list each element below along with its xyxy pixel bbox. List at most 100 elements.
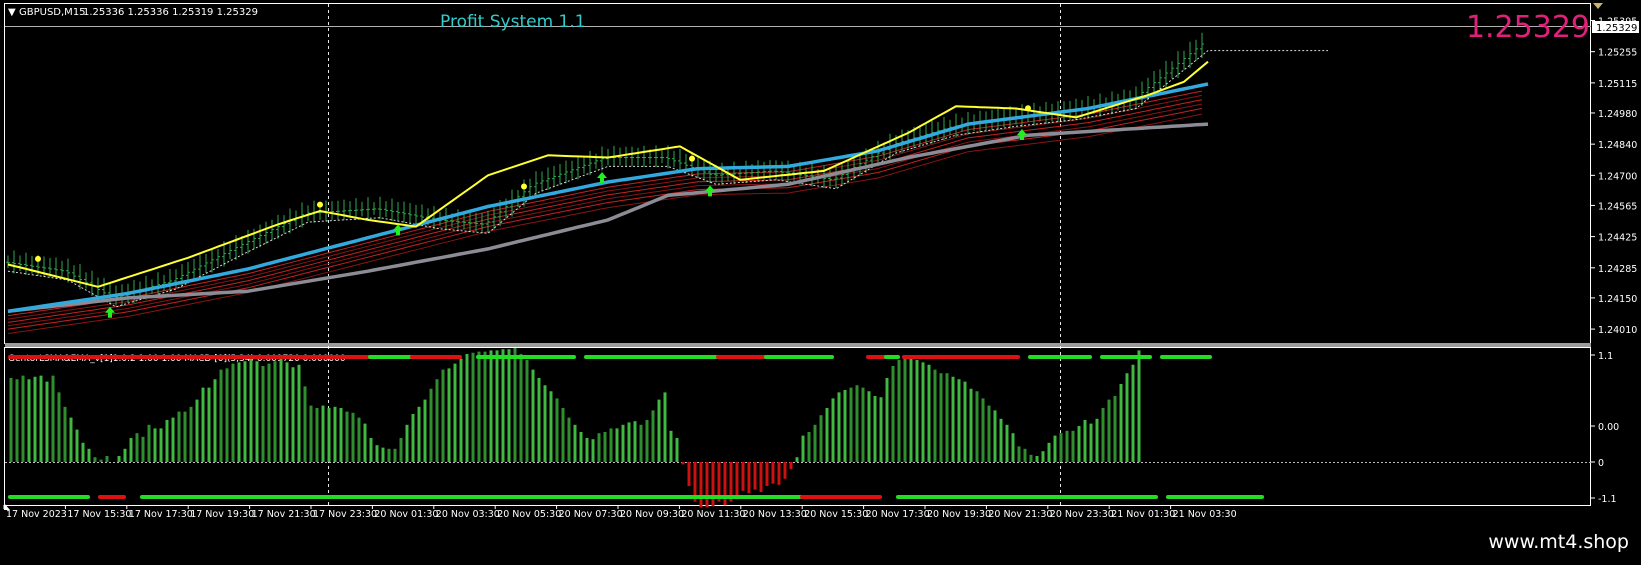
price-bar (642, 145, 646, 167)
price-bar (246, 229, 250, 254)
price-bar (654, 145, 658, 168)
price-bar (216, 248, 220, 266)
indicator-axis-label: 1.1 (1598, 351, 1613, 362)
price-bar (276, 214, 280, 239)
big-price-label: 1.25329 (1466, 10, 1590, 45)
price-bar (1170, 61, 1174, 79)
signal-dot (1025, 105, 1031, 112)
chart-canvas[interactable]: ▼ GBPUSD,M15 1.25336 1.25336 1.25319 1.2… (0, 0, 1641, 561)
time-axis-label: 20 Nov 05:30 (497, 509, 561, 520)
price-bar (264, 221, 268, 245)
price-bar (372, 202, 376, 215)
price-axis-label: 1.24010 (1598, 325, 1637, 336)
price-bar (6, 255, 10, 269)
price-axis-label: 1.25255 (1598, 48, 1637, 59)
time-axis-label: 20 Nov 13:30 (743, 509, 807, 520)
price-bar (330, 201, 334, 221)
price-axis-label: 1.24565 (1598, 201, 1637, 212)
time-axis-label: 17 Nov 17:30 (129, 509, 193, 520)
macd-histogram (9, 348, 1141, 508)
price-bar (570, 160, 574, 180)
price-bar (468, 210, 472, 233)
price-bar (282, 215, 286, 234)
price-bar (24, 252, 28, 275)
price-bar (528, 178, 532, 199)
time-axis-label: 17 Nov 15:30 (67, 509, 131, 520)
price-bar (378, 196, 382, 220)
time-axis-label: 21 Nov 03:30 (1173, 509, 1237, 520)
chart-menu-icon[interactable]: ▼ (8, 7, 16, 18)
price-bar (582, 157, 586, 174)
price-bar (204, 253, 208, 274)
time-axis: 17 Nov 2023 17 Nov 15:3017 Nov 17:3017 No… (3, 505, 1237, 520)
price-bar (90, 270, 94, 296)
price-bar (678, 148, 682, 173)
chart-shift-marker-icon[interactable] (1593, 3, 1603, 9)
price-axis-label: 1.24150 (1598, 294, 1637, 305)
time-axis-label: 17 Nov 23:30 (313, 509, 377, 520)
fast-line (7, 60, 1209, 288)
price-bar (306, 205, 310, 221)
price-bar (162, 274, 166, 291)
indicator-axis-label: 0.00 (1598, 422, 1619, 433)
price-bar (600, 146, 604, 171)
price-bar (486, 210, 490, 233)
signal-dot (317, 201, 323, 208)
price-bar (1158, 69, 1162, 90)
price-bar (1182, 50, 1186, 70)
price-bar (480, 212, 484, 233)
indicator-panel-frame (4, 347, 1591, 506)
price-axis-label: 1.24840 (1598, 140, 1637, 151)
price-bar (342, 199, 346, 221)
signal-dot (35, 255, 41, 262)
time-axis-label: 20 Nov 03:30 (436, 509, 500, 520)
price-bar (672, 150, 676, 168)
price-bar (558, 164, 562, 185)
price-bar (402, 201, 406, 223)
price-bar (408, 203, 412, 224)
price-bar (258, 224, 262, 248)
time-axis-label: 17 Nov 21:30 (252, 509, 316, 520)
price-bar (12, 250, 16, 274)
price-bar (588, 150, 592, 176)
price-bar (360, 201, 364, 217)
price-bar (84, 272, 88, 289)
price-bar (270, 219, 274, 241)
price-bar (336, 200, 340, 220)
price-bar (780, 161, 784, 181)
watermark: www.mt4.shop (1488, 531, 1629, 553)
price-bar (60, 260, 64, 278)
price-bar (1200, 32, 1204, 58)
indicator-axis-label: 0 (1598, 458, 1604, 469)
time-axis-label: 21 Nov 01:30 (1111, 509, 1175, 520)
ohlc-values: 1.25336 1.25336 1.25319 1.25329 (83, 7, 258, 18)
price-bar (210, 247, 214, 273)
time-axis-label: 20 Nov 11:30 (681, 509, 745, 520)
price-axis-label: 1.25115 (1598, 79, 1637, 90)
price-bar (192, 258, 196, 281)
time-axis-label: 20 Nov 07:30 (559, 509, 623, 520)
panel-separator[interactable] (5, 343, 1591, 347)
signal-dot (521, 183, 527, 190)
trading-chart-window[interactable]: ▼ GBPUSD,M15 1.25336 1.25336 1.25319 1.2… (0, 0, 1641, 561)
price-bar (1140, 81, 1144, 106)
price-bar (1194, 39, 1198, 62)
ema-ribbon-line (7, 113, 1203, 334)
price-bar (396, 201, 400, 221)
price-bar (390, 198, 394, 221)
signal-dot (689, 155, 695, 162)
overlay-title: Profit System 1.1 (440, 12, 586, 32)
price-bar (534, 171, 538, 197)
price-bar (384, 201, 388, 218)
price-bar (414, 204, 418, 225)
price-bar (660, 150, 664, 164)
price-bar (576, 155, 580, 180)
symbol-label: GBPUSD,M15 (19, 7, 86, 18)
indicator-axis-label: -1.1 (1598, 494, 1617, 505)
time-axis-label: 20 Nov 17:30 (866, 509, 930, 520)
indicator-axis: 1.1 0.00 0 -1.1 (1591, 351, 1619, 505)
time-axis-label: 20 Nov 09:30 (620, 509, 684, 520)
price-axis-label: 1.24285 (1598, 264, 1637, 275)
price-bar (366, 197, 370, 220)
price-bar (636, 147, 640, 166)
